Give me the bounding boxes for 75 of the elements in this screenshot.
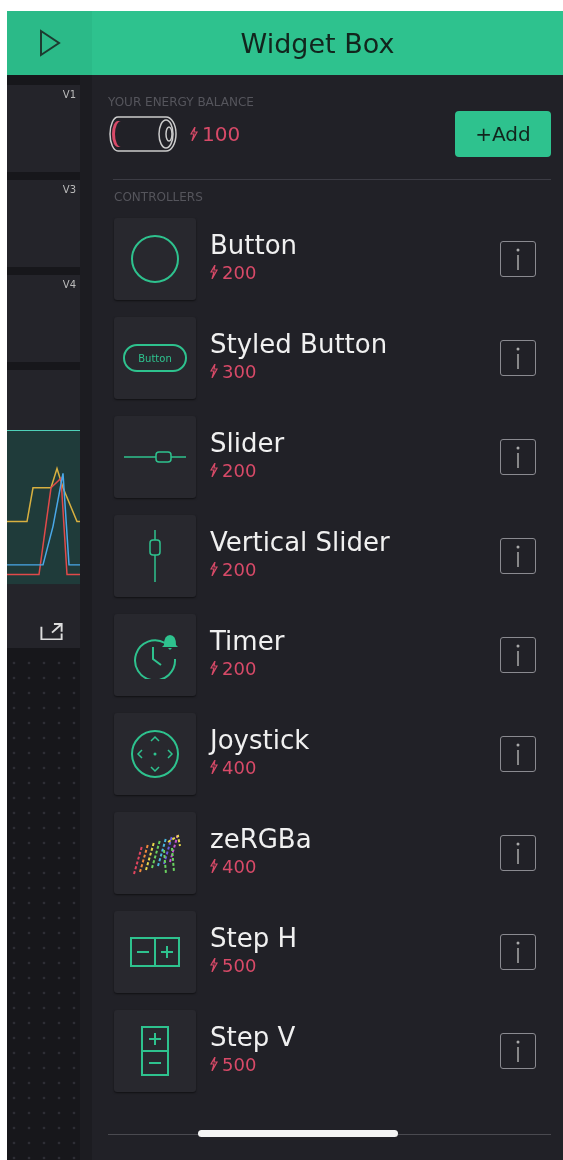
info-button[interactable]	[500, 439, 536, 475]
energy-amount: 100	[202, 122, 241, 146]
pin-label: V3	[62, 184, 76, 195]
widget-cost: 500	[222, 1053, 257, 1075]
widget-tile[interactable]	[114, 515, 196, 597]
plus-minus-icon	[141, 1026, 169, 1076]
info-button[interactable]	[500, 934, 536, 970]
widget-tile[interactable]: Button	[114, 317, 196, 399]
info-icon	[515, 248, 521, 270]
widget-cost: 500	[222, 954, 257, 976]
widget-name: Vertical Slider	[210, 526, 390, 557]
widget-cost: 400	[222, 855, 257, 877]
info-icon	[515, 1040, 521, 1062]
info-button[interactable]	[500, 241, 536, 277]
widget-name: zeRGBa	[210, 823, 312, 854]
widget-tile[interactable]	[114, 812, 196, 894]
bolt-icon	[210, 364, 218, 378]
widget-tile[interactable]	[114, 614, 196, 696]
chart-tile[interactable]	[7, 370, 80, 648]
pin-label: V1	[62, 89, 76, 100]
panel-title: Widget Box	[240, 27, 396, 59]
battery-icon	[108, 115, 180, 153]
widget-cost: 400	[222, 756, 257, 778]
widget-name: Styled Button	[210, 328, 388, 359]
widget-tile[interactable]	[114, 218, 196, 300]
info-button[interactable]	[500, 1033, 536, 1069]
info-icon	[515, 842, 521, 864]
pill-button-icon: Button	[123, 344, 187, 372]
widget-cost: 300	[222, 360, 257, 382]
widget-cost: 200	[222, 558, 257, 580]
info-icon	[515, 446, 521, 468]
joystick-icon	[130, 729, 180, 779]
widget-tile[interactable]	[114, 713, 196, 795]
slider-icon	[124, 450, 186, 464]
info-icon	[515, 545, 521, 567]
expand-icon[interactable]	[40, 622, 64, 640]
info-button[interactable]	[500, 538, 536, 574]
info-icon	[515, 644, 521, 666]
bolt-icon	[210, 265, 218, 279]
widget-cost: 200	[222, 261, 257, 283]
bolt-icon	[210, 859, 218, 873]
widget-name: Timer	[210, 625, 285, 656]
bolt-icon	[210, 562, 218, 576]
dashboard-tile[interactable]: V1	[7, 85, 80, 172]
bolt-icon	[210, 958, 218, 972]
bolt-icon	[210, 760, 218, 774]
minus-plus-icon	[130, 937, 180, 967]
bolt-icon	[190, 127, 198, 141]
widget-name: Slider	[210, 427, 285, 458]
widget-tile[interactable]	[114, 911, 196, 993]
info-icon	[515, 743, 521, 765]
widget-tile[interactable]	[114, 416, 196, 498]
widget-name: Button	[210, 229, 298, 260]
bolt-icon	[210, 463, 218, 477]
dashboard-tile[interactable]: V3	[7, 180, 80, 267]
add-button[interactable]: +Add	[455, 111, 551, 157]
bolt-icon	[210, 661, 218, 675]
widget-tile[interactable]	[114, 1010, 196, 1092]
info-button[interactable]	[500, 340, 536, 376]
pin-label: V4	[62, 279, 76, 290]
bolt-icon	[210, 1057, 218, 1071]
widget-cost: 200	[222, 459, 257, 481]
info-button[interactable]	[500, 637, 536, 673]
widget-cost: 200	[222, 657, 257, 679]
play-icon[interactable]	[38, 29, 61, 57]
info-icon	[515, 941, 521, 963]
vertical-slider-icon	[148, 530, 162, 582]
circle-icon	[130, 234, 180, 284]
widget-name: Step V	[210, 1021, 296, 1052]
info-button[interactable]	[500, 736, 536, 772]
widget-name: Step H	[210, 922, 297, 953]
info-icon	[515, 347, 521, 369]
dashboard-tile[interactable]: V4	[7, 275, 80, 362]
info-button[interactable]	[500, 835, 536, 871]
widget-name: Joystick	[210, 724, 310, 755]
